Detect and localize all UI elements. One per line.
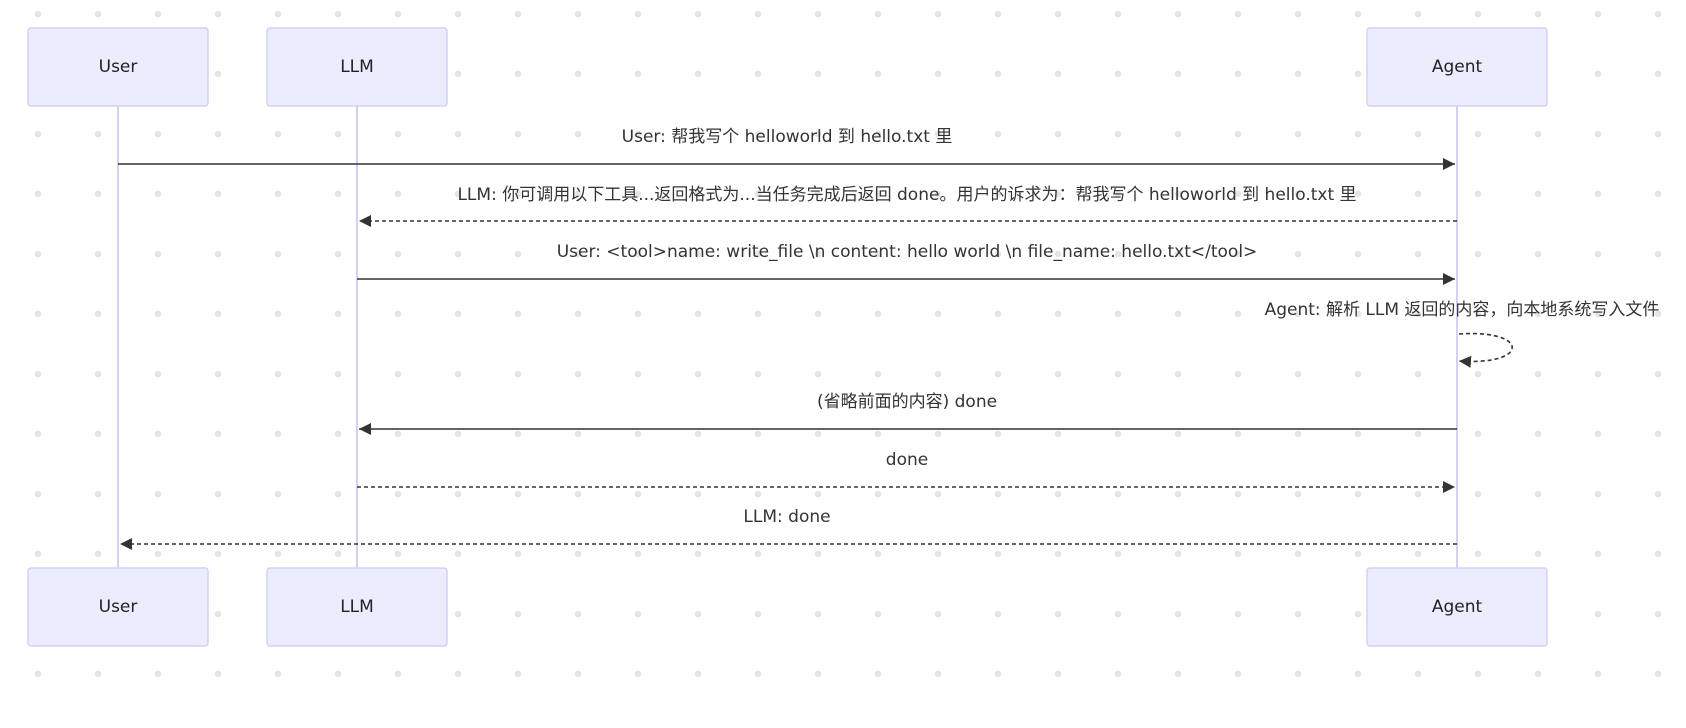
actor-agent-top: Agent <box>1366 27 1548 107</box>
actor-llm-top-label: LLM <box>340 57 374 77</box>
message-6-label: done <box>886 450 928 470</box>
actor-llm-bottom-label: LLM <box>340 597 374 617</box>
actor-agent-bottom: Agent <box>1366 567 1548 647</box>
message-1-label: User: 帮我写个 helloworld 到 hello.txt 里 <box>622 127 953 147</box>
message-7-label: LLM: done <box>743 507 830 527</box>
message-2-label: LLM: 你可调用以下工具...返回格式为...当任务完成后返回 done。用户… <box>457 185 1356 205</box>
message-2: LLM: 你可调用以下工具...返回格式为...当任务完成后返回 done。用户… <box>359 185 1457 227</box>
message-5-label: (省略前面的内容) done <box>817 392 997 412</box>
actor-user-top-label: User <box>99 57 138 77</box>
actor-user-bottom: User <box>27 567 209 647</box>
message-4: Agent: 解析 LLM 返回的内容，向本地系统写入文件 <box>1265 300 1660 368</box>
actor-llm-top: LLM <box>266 27 448 107</box>
message-3: User: <tool>name: write_file \n content:… <box>357 242 1455 285</box>
message-4-self-arrow <box>1458 332 1514 368</box>
message-5: (省略前面的内容) done <box>359 392 1457 435</box>
message-1: User: 帮我写个 helloworld 到 hello.txt 里 <box>118 127 1455 170</box>
actor-user-top: User <box>27 27 209 107</box>
actor-agent-bottom-label: Agent <box>1432 597 1483 617</box>
actor-user-bottom-label: User <box>99 597 138 617</box>
message-3-label: User: <tool>name: write_file \n content:… <box>557 242 1258 262</box>
message-4-label: Agent: 解析 LLM 返回的内容，向本地系统写入文件 <box>1265 300 1660 320</box>
actor-agent-top-label: Agent <box>1432 57 1483 77</box>
message-7: LLM: done <box>120 507 1457 550</box>
sequence-diagram: User LLM Agent User: 帮我写个 helloworld 到 h… <box>27 27 1660 647</box>
actor-llm-bottom: LLM <box>266 567 448 647</box>
message-6: done <box>357 450 1455 493</box>
